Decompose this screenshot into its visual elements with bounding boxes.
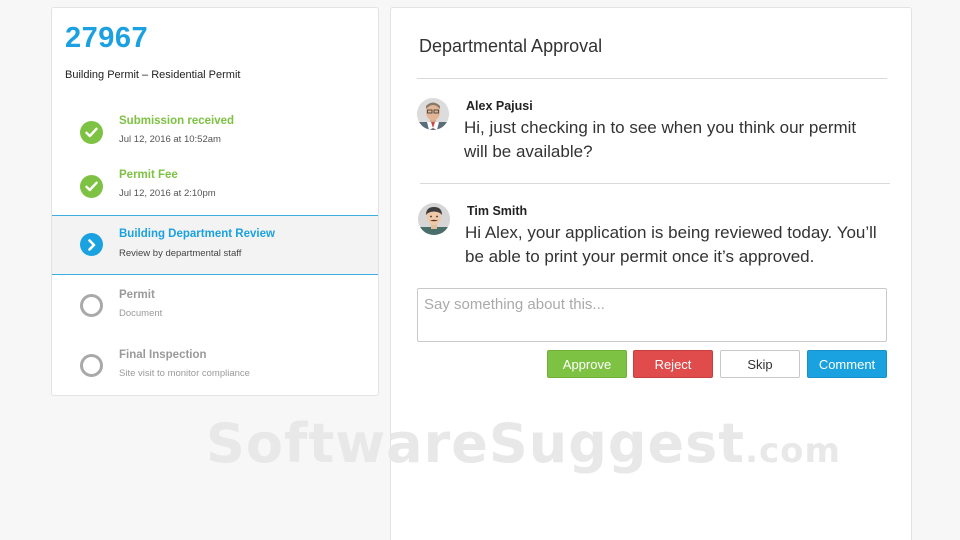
avatar-tim-smith [418, 203, 450, 235]
watermark-suffix: .com [745, 431, 841, 471]
step-submission-received[interactable]: Submission received Jul 12, 2016 at 10:5… [52, 104, 378, 164]
permit-type: Building Permit – Residential Permit [65, 69, 241, 81]
watermark: SoftwareSuggest.com [206, 412, 841, 475]
comment-button[interactable]: Comment [807, 350, 887, 378]
step-title: Building Department Review [119, 228, 275, 240]
message-author: Tim Smith [467, 204, 528, 218]
step-building-department-review[interactable]: Building Department Review Review by dep… [52, 215, 378, 275]
permit-number: 27967 [65, 22, 149, 54]
divider [417, 78, 887, 79]
avatar-alex-pajusi [417, 98, 449, 130]
message-text: Hi, just checking in to see when you thi… [464, 118, 857, 161]
reject-button[interactable]: Reject [633, 350, 713, 378]
step-subtitle: Document [119, 308, 163, 319]
watermark-main: SoftwareSuggest [206, 412, 746, 475]
empty-circle-icon [80, 354, 103, 377]
empty-circle-icon [80, 294, 103, 317]
step-title: Submission received [119, 115, 235, 127]
step-subtitle: Jul 12, 2016 at 10:52am [119, 134, 221, 145]
step-title: Permit Fee [119, 169, 178, 181]
step-subtitle: Review by departmental staff [119, 248, 242, 259]
comment-input[interactable] [417, 288, 887, 342]
message-text: Hi Alex, your application is being revie… [465, 223, 877, 266]
step-permit-fee[interactable]: Permit Fee Jul 12, 2016 at 2:10pm [52, 158, 378, 218]
step-subtitle: Jul 12, 2016 at 2:10pm [119, 188, 216, 199]
step-title: Permit [119, 289, 155, 301]
chevron-right-circle-icon [80, 233, 103, 256]
panel-title: Departmental Approval [419, 36, 603, 56]
skip-button[interactable]: Skip [720, 350, 800, 378]
divider [420, 183, 890, 184]
check-circle-icon [80, 175, 103, 198]
step-permit[interactable]: Permit Document [52, 278, 378, 338]
check-circle-icon [80, 121, 103, 144]
approve-button[interactable]: Approve [547, 350, 627, 378]
step-final-inspection[interactable]: Final Inspection Site visit to monitor c… [52, 338, 378, 398]
permit-status-panel: 27967 Building Permit – Residential Perm… [51, 7, 379, 396]
step-title: Final Inspection [119, 349, 207, 361]
step-subtitle: Site visit to monitor compliance [119, 368, 250, 379]
message-author: Alex Pajusi [466, 99, 533, 113]
